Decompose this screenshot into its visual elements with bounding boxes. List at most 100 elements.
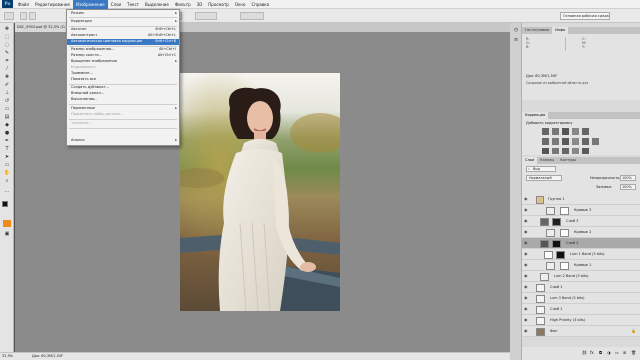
visibility-eye-icon[interactable]: ◉ (524, 328, 530, 334)
gradient-tool-icon[interactable]: ▤ (3, 114, 11, 120)
exposure-icon[interactable] (572, 128, 579, 135)
layer-row[interactable]: ◉ Кривые 2 (522, 227, 640, 238)
new-adjustment-icon[interactable]: ◑ (607, 350, 611, 355)
marquee-tool-icon[interactable]: ⬚ (3, 34, 11, 40)
fill-input[interactable]: 100% (620, 184, 636, 190)
menu-item-trap[interactable]: Треппинг... (67, 121, 179, 127)
option-field-3[interactable] (240, 12, 264, 20)
type-tool-icon[interactable]: T (3, 146, 11, 152)
lasso-tool-icon[interactable]: ◌ (3, 42, 11, 48)
visibility-eye-icon[interactable]: ◉ (524, 229, 530, 235)
layer-row-selected[interactable]: ◉ Слой 2 (522, 238, 640, 249)
properties-panel-icon[interactable]: ≡ (512, 37, 520, 43)
tab-histogram[interactable]: Гистограмма (522, 27, 552, 34)
new-layer-icon[interactable]: ⊞ (623, 350, 626, 355)
link-layers-icon[interactable]: ⛓ (582, 350, 587, 355)
document-tab[interactable]: DSC_5903.psd @ 32,5% (Слой 1, RGB/8) (15, 23, 65, 32)
black-white-icon[interactable] (562, 138, 569, 145)
tab-channels[interactable]: Каналы (537, 157, 557, 164)
brightness-icon[interactable] (542, 128, 549, 135)
document-image[interactable] (180, 73, 340, 311)
blur-tool-icon[interactable]: ◆ (3, 122, 11, 128)
menu-item-image-rotation[interactable]: Вращение изображения ▸ (67, 59, 179, 65)
visibility-eye-icon[interactable]: ◉ (524, 240, 530, 246)
clone-stamp-icon[interactable]: ⊥ (3, 90, 11, 96)
menu-item-image-size[interactable]: Размер изображения... Alt+Ctrl+I (67, 47, 179, 53)
visibility-eye-icon[interactable]: ◉ (524, 207, 530, 213)
dodge-tool-icon[interactable]: ● (3, 130, 11, 136)
zoom-tool-icon[interactable]: ⌕ (3, 178, 11, 184)
opacity-input[interactable]: 100% (620, 175, 636, 181)
hand-tool-icon[interactable]: ✋ (3, 170, 11, 176)
trash-icon[interactable]: 🗑 (631, 350, 636, 355)
history-brush-icon[interactable]: ↺ (3, 98, 11, 104)
move-tool-icon[interactable]: ✥ (3, 26, 11, 32)
eraser-tool-icon[interactable]: ▭ (3, 106, 11, 112)
menu-window[interactable]: Окно (232, 0, 249, 9)
menu-item-auto-color[interactable]: Автоматическая цветовая коррекция Shift+C… (67, 39, 179, 45)
levels-icon[interactable] (552, 128, 559, 135)
menu-image[interactable]: Изображение (72, 0, 108, 9)
zoom-level[interactable]: 32,9% (2, 353, 13, 360)
layer-row[interactable]: ◉ Слой 3 (522, 216, 640, 227)
crop-tool-icon[interactable]: ⌗ (3, 58, 11, 64)
menu-select[interactable]: Выделение (142, 0, 172, 9)
layers-filter-kind[interactable]: Вид (526, 166, 556, 172)
add-mask-icon[interactable]: ◘ (599, 350, 602, 355)
visibility-eye-icon[interactable]: ◉ (524, 306, 530, 312)
tool-preset-picker[interactable] (4, 12, 14, 20)
color-balance-icon[interactable] (552, 138, 559, 145)
menu-item-crop[interactable]: Кадрировать (67, 65, 179, 71)
tab-layers[interactable]: Слои (522, 157, 538, 164)
quick-select-icon[interactable]: ✎ (3, 50, 11, 56)
quick-mask-icon[interactable] (3, 220, 11, 227)
visibility-eye-icon[interactable]: ◉ (524, 251, 530, 257)
layer-row[interactable]: ◉ Lum 2 Band (3 bits) (522, 271, 640, 282)
layer-row[interactable]: ◉ Кривые 3 (522, 205, 640, 216)
new-group-icon[interactable]: ▭ (615, 350, 619, 355)
tab-adjustments[interactable]: Коррекция (522, 112, 549, 119)
tab-paths[interactable]: Контуры (557, 157, 579, 164)
screen-mode-icon[interactable]: ▣ (3, 231, 11, 237)
option-field-2[interactable] (195, 12, 217, 20)
menu-filter[interactable]: Фильтр (172, 0, 194, 9)
menu-item-calculations[interactable]: Вычисления... (67, 97, 179, 103)
visibility-eye-icon[interactable]: ◉ (524, 196, 530, 202)
path-select-icon[interactable]: ➤ (3, 154, 11, 160)
layer-row[interactable]: ◉ Фон 🔒 (522, 326, 640, 337)
layer-row[interactable]: ◉ Lum 3 Band (3 bits) (522, 293, 640, 304)
curves-icon[interactable] (562, 128, 569, 135)
channel-mixer-icon[interactable] (582, 138, 589, 145)
pen-tool-icon[interactable]: ✒ (3, 138, 11, 144)
layer-row[interactable]: ◉ Lum 1 Band (3 bits) (522, 249, 640, 260)
threshold-icon[interactable] (562, 148, 569, 154)
menu-item-analysis[interactable]: Анализ ▸ (67, 138, 179, 144)
visibility-eye-icon[interactable]: ◉ (524, 295, 530, 301)
tab-info[interactable]: Инфо (552, 27, 569, 34)
visibility-eye-icon[interactable]: ◉ (524, 262, 530, 268)
menu-item-mode[interactable]: Режим ▸ (67, 11, 179, 17)
menu-view[interactable]: Просмотр (205, 0, 232, 9)
photo-filter-icon[interactable] (572, 138, 579, 145)
layer-row[interactable]: ◉ Слой 1 (522, 304, 640, 315)
history-panel-icon[interactable]: ◷ (512, 27, 520, 33)
layer-row[interactable]: ◉ Группа 1 (522, 194, 640, 205)
blend-mode-select[interactable]: Нормальный (526, 175, 562, 181)
hue-saturation-icon[interactable] (542, 138, 549, 145)
visibility-eye-icon[interactable]: ◉ (524, 273, 530, 279)
menu-item-reveal-all[interactable]: Показать все (67, 77, 179, 83)
menu-item-auto-tone[interactable]: Автотон Shift+Ctrl+L (67, 27, 179, 33)
option-toggle-2[interactable] (29, 12, 36, 20)
foreground-color-swatch[interactable] (2, 201, 8, 207)
selective-color-icon[interactable] (582, 148, 589, 154)
menu-item-trim[interactable]: Тримминг... (67, 71, 179, 77)
menu-layers[interactable]: Слои (108, 0, 124, 9)
shape-tool-icon[interactable]: ▭ (3, 162, 11, 168)
menu-item-adjustments[interactable]: Коррекция ▸ (67, 19, 179, 25)
menu-3d[interactable]: 3D (194, 0, 206, 9)
visibility-eye-icon[interactable]: ◉ (524, 317, 530, 323)
visibility-eye-icon[interactable]: ◉ (524, 284, 530, 290)
menu-item-duplicate[interactable]: Создать дубликат... (67, 85, 179, 91)
menu-item-auto-contrast[interactable]: Автоконтраст Alt+Shift+Ctrl+L (67, 33, 179, 39)
gradient-map-icon[interactable] (572, 148, 579, 154)
